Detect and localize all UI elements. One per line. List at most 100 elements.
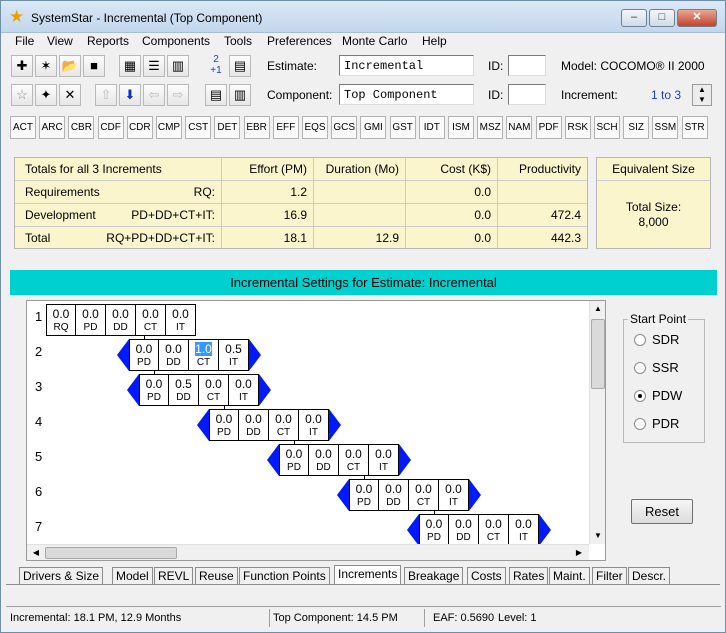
arrow-left-icon[interactable]: ⇦: [143, 84, 165, 106]
shift-left-arrow-icon[interactable]: [117, 339, 129, 371]
tab-function-points[interactable]: Function Points: [239, 567, 330, 584]
phase-value[interactable]: 0.0: [166, 307, 195, 321]
arrow-up-icon[interactable]: ⇧: [95, 84, 117, 106]
shift-right-arrow-icon[interactable]: [469, 479, 481, 511]
new-star-icon[interactable]: ✶: [35, 55, 57, 77]
shift-left-arrow-icon[interactable]: [407, 514, 419, 546]
driver-tag-ssm[interactable]: SSM: [652, 116, 679, 139]
horizontal-scrollbar[interactable]: ◀ ▶: [27, 544, 589, 560]
driver-tag-msz[interactable]: MSZ: [477, 116, 504, 139]
shift-left-arrow-icon[interactable]: [197, 409, 209, 441]
driver-tag-gcs[interactable]: GCS: [331, 116, 358, 139]
phase-cell-dd[interactable]: 0.0 DD: [159, 339, 189, 371]
phase-value[interactable]: 0.0: [299, 412, 328, 426]
phase-value[interactable]: 0.0: [269, 412, 298, 426]
menu-help[interactable]: Help: [422, 34, 447, 48]
tab-revl[interactable]: REVL: [154, 567, 194, 584]
driver-tag-siz[interactable]: SIZ: [623, 116, 650, 139]
grid-view-icon[interactable]: ▦: [119, 55, 141, 77]
phase-cell-pd[interactable]: 0.0 PD: [279, 444, 309, 476]
minimize-button[interactable]: –: [621, 9, 647, 27]
phase-value[interactable]: 0.0: [199, 377, 228, 391]
phase-value[interactable]: 0.0: [369, 447, 398, 461]
report-icon[interactable]: ▤: [229, 55, 251, 77]
scroll-down-icon[interactable]: ▼: [590, 528, 605, 544]
shift-right-arrow-icon[interactable]: [329, 409, 341, 441]
menu-components[interactable]: Components: [142, 34, 210, 48]
phase-value[interactable]: 0.0: [420, 517, 448, 531]
phase-cell-dd[interactable]: 0.5 DD: [169, 374, 199, 406]
phase-cell-it[interactable]: 0.0 IT: [439, 479, 469, 511]
document-icon[interactable]: ▤: [205, 84, 227, 106]
new-estimate-icon[interactable]: ✚: [11, 55, 33, 77]
phase-cell-it[interactable]: 0.0 IT: [299, 409, 329, 441]
phase-cell-dd[interactable]: 0.0 DD: [106, 304, 136, 336]
horizontal-scroll-thumb[interactable]: [45, 547, 177, 559]
menu-file[interactable]: File: [15, 34, 34, 48]
shift-right-arrow-icon[interactable]: [539, 514, 551, 546]
phase-value[interactable]: 1.0: [195, 342, 212, 356]
phase-cell-ct[interactable]: 0.0 CT: [339, 444, 369, 476]
vertical-scroll-thumb[interactable]: [591, 319, 605, 389]
driver-tag-cmp[interactable]: CMP: [156, 116, 182, 139]
phase-value[interactable]: 0.0: [350, 482, 378, 496]
scroll-right-icon[interactable]: ▶: [572, 545, 586, 560]
menu-view[interactable]: View: [47, 34, 73, 48]
tab-model[interactable]: Model: [112, 567, 153, 584]
phase-cell-it[interactable]: 0.0 IT: [166, 304, 196, 336]
phase-cell-rq[interactable]: 0.0 RQ: [46, 304, 76, 336]
phase-value[interactable]: 0.0: [309, 447, 338, 461]
phase-value[interactable]: 0.0: [136, 307, 165, 321]
phase-value[interactable]: 0.0: [210, 412, 238, 426]
phase-cell-dd[interactable]: 0.0 DD: [239, 409, 269, 441]
shift-right-arrow-icon[interactable]: [399, 444, 411, 476]
phase-value[interactable]: 0.0: [239, 412, 268, 426]
close-button[interactable]: ✕: [677, 9, 717, 27]
maximize-button[interactable]: □: [649, 9, 675, 27]
phase-value[interactable]: 0.0: [130, 342, 158, 356]
tab-descr[interactable]: Descr.: [628, 567, 671, 584]
phase-cell-dd[interactable]: 0.0 DD: [309, 444, 339, 476]
shift-left-arrow-icon[interactable]: [127, 374, 139, 406]
driver-tag-ism[interactable]: ISM: [448, 116, 474, 139]
phase-value[interactable]: 0.0: [140, 377, 168, 391]
phase-cell-pd[interactable]: 0.0 PD: [76, 304, 106, 336]
phase-value[interactable]: 0.0: [280, 447, 308, 461]
component-id-field[interactable]: [508, 84, 546, 105]
shift-right-arrow-icon[interactable]: [259, 374, 271, 406]
component-name-field[interactable]: Top Component: [339, 84, 474, 105]
tab-costs[interactable]: Costs: [467, 567, 506, 584]
phase-cell-ct[interactable]: 0.0 CT: [409, 479, 439, 511]
phase-cell-it[interactable]: 0.0 IT: [229, 374, 259, 406]
phase-value[interactable]: 0.0: [339, 447, 368, 461]
driver-tag-gst[interactable]: GST: [389, 116, 416, 139]
increment-spinner[interactable]: ▲ ▼: [692, 84, 712, 106]
phase-value[interactable]: 0.0: [76, 307, 105, 321]
tab-drivers-size[interactable]: Drivers & Size: [19, 567, 104, 584]
phase-cell-it[interactable]: 0.0 IT: [509, 514, 539, 546]
list-view-icon[interactable]: ☰: [143, 55, 165, 77]
driver-tag-eff[interactable]: EFF: [272, 116, 299, 139]
chart-view-icon[interactable]: ▥: [167, 55, 189, 77]
phase-value[interactable]: 0.0: [47, 307, 75, 321]
tab-reuse[interactable]: Reuse: [195, 567, 238, 584]
star-outline-icon[interactable]: ☆: [11, 84, 33, 106]
phase-cell-pd[interactable]: 0.0 PD: [209, 409, 239, 441]
driver-tag-str[interactable]: STR: [681, 116, 708, 139]
driver-tag-cdr[interactable]: CDR: [126, 116, 153, 139]
arrow-right-icon[interactable]: ⇨: [167, 84, 189, 106]
radio-pdr[interactable]: [634, 418, 646, 430]
tab-increments[interactable]: Increments: [334, 565, 402, 585]
tab-maint[interactable]: Maint.: [549, 567, 590, 584]
phase-value[interactable]: 0.0: [409, 482, 438, 496]
phase-value[interactable]: 0.0: [159, 342, 188, 356]
vertical-scrollbar[interactable]: ▲ ▼: [589, 301, 605, 544]
tab-rates[interactable]: Rates: [509, 567, 549, 584]
reset-button[interactable]: Reset: [631, 499, 693, 524]
open-folder-icon[interactable]: 📂: [59, 55, 81, 77]
phase-value[interactable]: 0.5: [219, 342, 248, 356]
star-tree-icon[interactable]: ✦: [35, 84, 57, 106]
phase-cell-pd[interactable]: 0.0 PD: [139, 374, 169, 406]
driver-tag-det[interactable]: DET: [214, 116, 241, 139]
estimate-name-field[interactable]: Incremental: [339, 55, 474, 76]
